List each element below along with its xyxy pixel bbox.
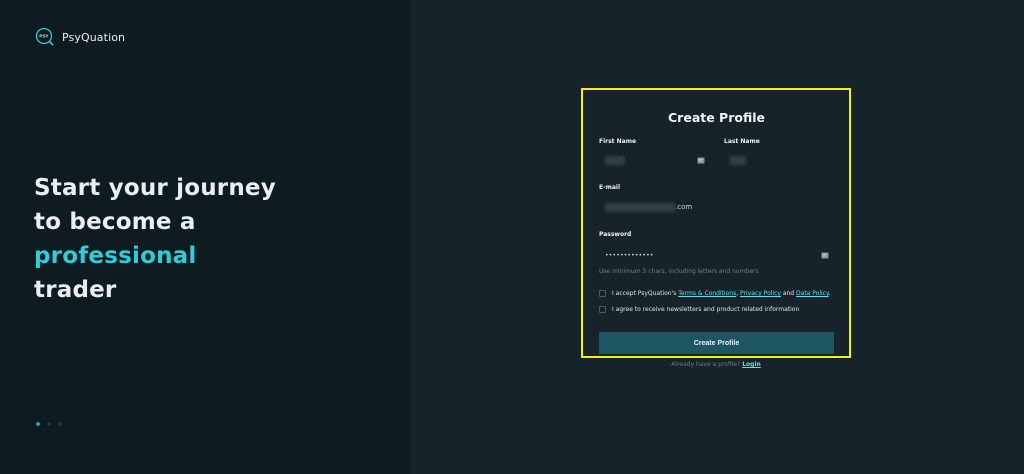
first-name-field[interactable] — [599, 149, 709, 171]
data-policy-link[interactable]: Data Policy — [796, 290, 829, 297]
hero-line-4: trader — [34, 277, 117, 303]
login-prompt: Already have a profile? Login — [581, 361, 851, 368]
hero-line-1: Start your journey — [34, 175, 276, 201]
hero-line-2: to become a — [34, 209, 196, 235]
carousel-dot-3[interactable] — [58, 422, 62, 426]
email-suffix: .com — [675, 203, 693, 211]
terms-prefix: I accept PsyQuation's — [612, 290, 679, 297]
brand[interactable]: PSY PsyQuation — [35, 27, 125, 47]
newsletter-row: I agree to receive newsletters and produ… — [599, 306, 799, 313]
autofill-card-icon[interactable] — [697, 157, 705, 164]
first-name-value-redacted — [605, 155, 625, 165]
terms-suffix: . — [828, 290, 831, 297]
carousel-dot-2[interactable] — [47, 422, 51, 426]
terms-and: and — [780, 290, 797, 297]
password-field[interactable]: ••••••••••••• — [599, 244, 834, 266]
login-prompt-text: Already have a profile? — [671, 361, 743, 368]
hero-accent-word: professional — [34, 243, 197, 269]
carousel-dot-1[interactable] — [36, 422, 40, 426]
newsletter-checkbox[interactable] — [599, 306, 606, 313]
last-name-value-redacted — [730, 155, 746, 165]
terms-row: I accept PsyQuation's Terms & Conditions… — [599, 290, 831, 297]
password-autofill-icon[interactable] — [821, 252, 829, 259]
password-value: ••••••••••••• — [605, 251, 654, 259]
carousel-dots — [36, 422, 62, 426]
newsletter-text: I agree to receive newsletters and produ… — [612, 306, 800, 313]
login-link[interactable]: Login — [742, 361, 761, 368]
form-title: Create Profile — [668, 110, 765, 125]
psyquation-logo-icon: PSY — [35, 27, 55, 47]
left-panel: PSY PsyQuation Start your journey to bec… — [0, 0, 410, 474]
terms-checkbox[interactable] — [599, 290, 606, 297]
email-value-redacted — [605, 202, 675, 212]
logo-text: PSY — [39, 34, 48, 39]
right-panel: Create Profile First Name Last Name E-ma… — [410, 0, 1024, 474]
page-root: PSY PsyQuation Start your journey to bec… — [0, 0, 1024, 474]
password-label: Password — [599, 231, 632, 238]
hero-headline: Start your journey to become a professio… — [34, 171, 276, 307]
password-hint: Use minimum 5 chars, including letters a… — [599, 268, 759, 275]
terms-link[interactable]: Terms & Conditions — [678, 290, 736, 297]
email-field[interactable]: .com — [599, 196, 834, 218]
create-profile-form: Create Profile First Name Last Name E-ma… — [581, 88, 851, 358]
last-name-label: Last Name — [724, 138, 760, 145]
create-profile-button[interactable]: Create Profile — [599, 332, 834, 354]
terms-text: I accept PsyQuation's Terms & Conditions… — [612, 290, 831, 297]
last-name-field[interactable] — [724, 149, 834, 171]
privacy-policy-link[interactable]: Privacy Policy — [740, 290, 781, 297]
first-name-label: First Name — [599, 138, 637, 145]
brand-name: PsyQuation — [62, 30, 126, 44]
email-label: E-mail — [599, 184, 621, 191]
